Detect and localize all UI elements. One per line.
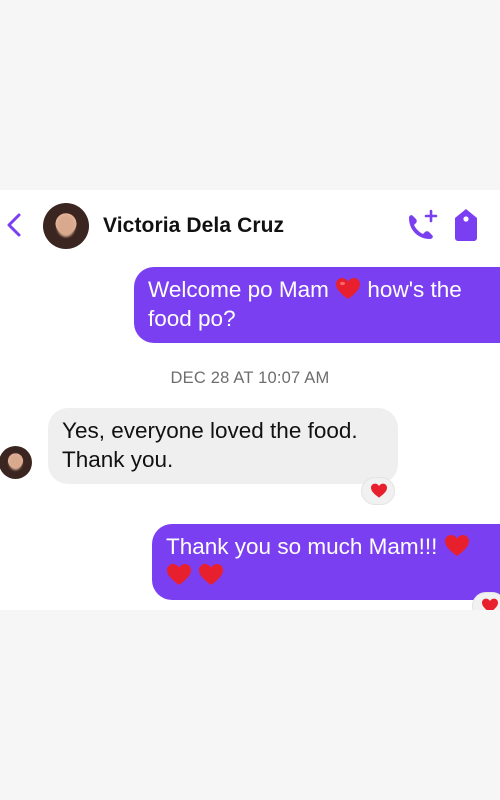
heart-emoji-icon — [444, 535, 469, 556]
message-text: food po? — [148, 306, 236, 331]
heart-emoji-icon — [199, 564, 224, 585]
tag-icon[interactable] — [453, 208, 479, 242]
heart-emoji-icon — [167, 564, 191, 585]
message-text: Welcome po Mam — [148, 277, 329, 302]
message-bubble-incoming[interactable]: Yes, everyone loved the food. Thank you. — [48, 408, 398, 484]
heart-emoji-icon — [336, 278, 361, 299]
heart-reaction[interactable] — [472, 592, 500, 610]
contact-name[interactable]: Victoria Dela Cruz — [103, 214, 284, 238]
message-text: Thank you. — [62, 447, 174, 472]
chevron-left-icon[interactable] — [4, 210, 24, 240]
message-text: Yes, everyone loved the food. — [62, 418, 358, 443]
message-bubble-outgoing[interactable]: Thank you so much Mam!!! — [152, 524, 500, 600]
timestamp: DEC 28 AT 10:07 AM — [170, 369, 330, 387]
message-text: Thank you so much Mam!!! — [166, 534, 438, 559]
message-bubble-outgoing[interactable]: Welcome po Mam how's the food po? — [134, 267, 500, 343]
add-call-icon[interactable] — [401, 208, 441, 244]
heart-icon — [482, 598, 498, 610]
conversation-header: Victoria Dela Cruz — [0, 190, 500, 262]
heart-icon — [371, 483, 387, 498]
message-text: how's the — [367, 277, 462, 302]
contact-avatar[interactable] — [43, 203, 89, 249]
heart-reaction[interactable] — [361, 477, 395, 505]
sender-avatar[interactable] — [0, 446, 32, 479]
chat-panel: Victoria Dela Cruz Welcome po Mam how's … — [0, 190, 500, 610]
